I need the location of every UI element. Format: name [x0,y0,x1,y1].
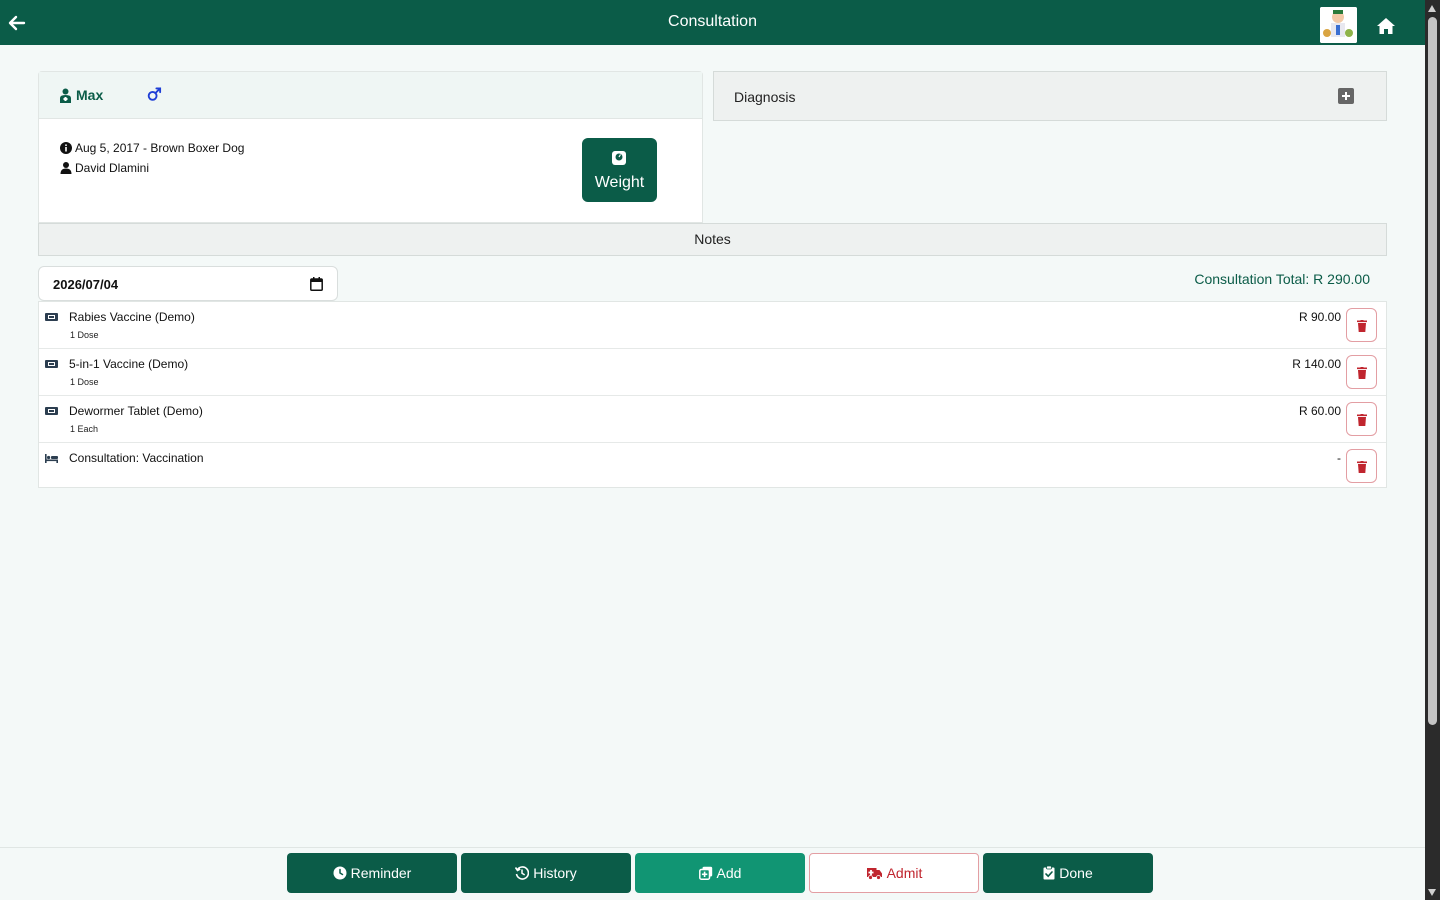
consultation-date-value: 2026/07/04 [53,277,119,292]
ticket-icon [45,407,58,415]
item-name: Dewormer Tablet (Demo) [69,404,203,418]
consultation-date-input[interactable]: 2026/07/04 [38,266,338,301]
add-button-label: Add [716,865,742,881]
page-scrollbar[interactable] [1425,0,1440,900]
trash-icon [1357,461,1367,473]
scroll-down-icon[interactable] [1428,889,1436,896]
clipboard-check-icon [1043,866,1055,880]
patient-details: Aug 5, 2017 - Brown Boxer Dog [60,141,244,155]
delete-item-button[interactable] [1346,355,1377,389]
owner-details: David Dlamini [60,161,149,175]
diagnosis-label: Diagnosis [734,89,796,105]
scrollbar-thumb[interactable] [1428,17,1437,725]
scale-icon [612,151,626,165]
add-button[interactable]: Add [635,853,805,893]
list-item: Dewormer Tablet (Demo) 1 Each R 60.00 [39,396,1386,443]
trash-icon [1357,414,1367,426]
patient-card-header: Max [39,72,702,119]
list-item: Consultation: Vaccination - [39,443,1386,490]
weight-button[interactable]: Weight [582,138,657,202]
scroll-up-icon[interactable] [1428,5,1436,12]
consultation-items-list: Rabies Vaccine (Demo) 1 Dose R 90.00 5-i… [38,301,1387,488]
history-button[interactable]: History [461,853,631,893]
reminder-button-label: Reminder [350,865,412,881]
trash-icon [1357,367,1367,379]
item-price: R 90.00 [1298,310,1341,324]
delete-item-button[interactable] [1346,402,1377,436]
item-name: Consultation: Vaccination [69,451,204,465]
admit-button[interactable]: Admit [809,853,979,893]
page-title: Consultation [668,13,757,30]
item-quantity: 1 Each [70,424,99,434]
clinic-logo [1320,7,1357,43]
history-icon [515,866,530,880]
ambulance-icon [866,868,882,880]
bed-icon [45,454,58,463]
weight-button-label: Weight [594,174,645,191]
add-diagnosis-icon[interactable] [1338,88,1354,104]
patient-card: Max Aug 5, 2017 - Brown Boxer Dog David … [38,71,703,223]
delete-item-button[interactable] [1346,308,1377,342]
admit-button-label: Admit [886,865,923,881]
diagnosis-panel[interactable]: Diagnosis [713,71,1387,121]
add-copy-icon [698,866,712,880]
list-item: Rabies Vaccine (Demo) 1 Dose R 90.00 [39,302,1386,349]
delete-item-button[interactable] [1346,449,1377,483]
home-icon[interactable] [1376,17,1396,35]
clinic-logo-icon [1320,7,1357,43]
item-name: 5-in-1 Vaccine (Demo) [69,357,189,371]
done-button[interactable]: Done [983,853,1153,893]
male-icon [147,87,162,101]
patient-name: Max [76,87,104,103]
item-name: Rabies Vaccine (Demo) [69,310,195,324]
patient-icon [60,88,71,103]
patient-dob-breed: Aug 5, 2017 - Brown Boxer Dog [75,141,245,155]
reminder-button[interactable]: Reminder [287,853,457,893]
ticket-icon [45,360,58,368]
calendar-icon[interactable] [310,277,323,291]
user-icon [60,162,72,174]
footer-actions: Reminder History Add Admit Done [0,847,1425,900]
top-bar: Consultation [0,0,1425,45]
consultation-total: Consultation Total: R 290.00 [1194,271,1370,287]
item-price: - [1337,451,1341,465]
item-price: R 60.00 [1298,404,1341,418]
clock-icon [333,866,347,880]
item-quantity: 1 Dose [70,377,99,387]
trash-icon [1357,320,1367,332]
list-item: 5-in-1 Vaccine (Demo) 1 Dose R 140.00 [39,349,1386,396]
item-quantity: 1 Dose [70,330,99,340]
history-button-label: History [533,865,577,881]
info-icon [60,142,72,154]
owner-name: David Dlamini [75,161,150,175]
ticket-icon [45,313,58,321]
notes-toggle[interactable]: Notes [38,223,1387,256]
item-price: R 140.00 [1292,357,1341,371]
done-button-label: Done [1059,865,1093,881]
